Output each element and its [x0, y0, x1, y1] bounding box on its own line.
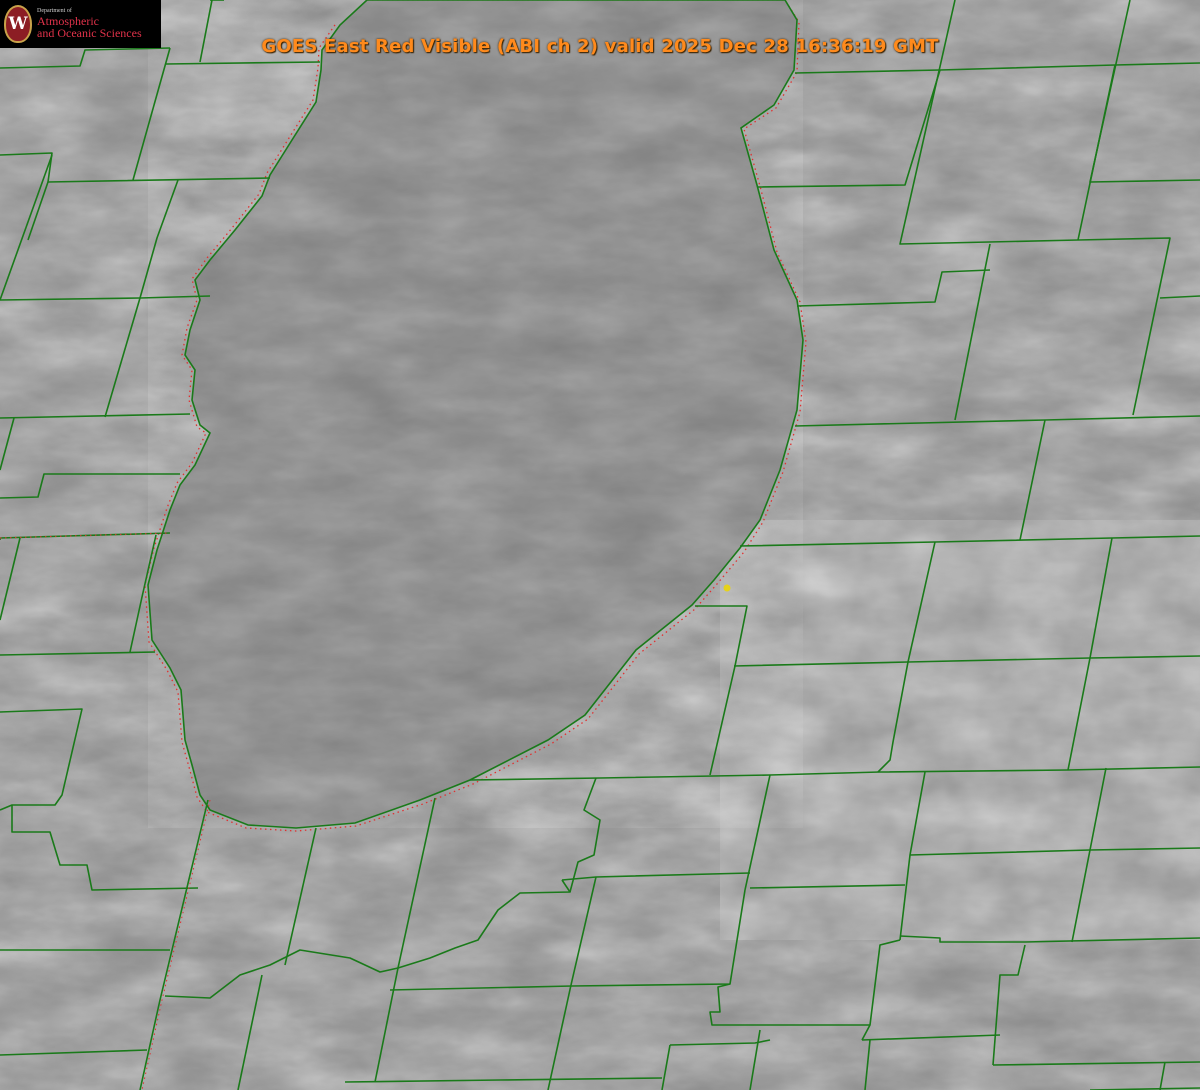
logo-seal-letter: W: [8, 14, 28, 34]
logo-text: Department of Atmospheric and Oceanic Sc…: [37, 8, 142, 39]
satellite-map: [0, 0, 1200, 1090]
location-marker: [723, 584, 731, 592]
image-title: GOES East Red Visible (ABI ch 2) valid 2…: [261, 36, 939, 57]
cloud-bright-patches: [720, 520, 1200, 940]
satellite-image-viewer: W Department of Atmospheric and Oceanic …: [0, 0, 1200, 1090]
